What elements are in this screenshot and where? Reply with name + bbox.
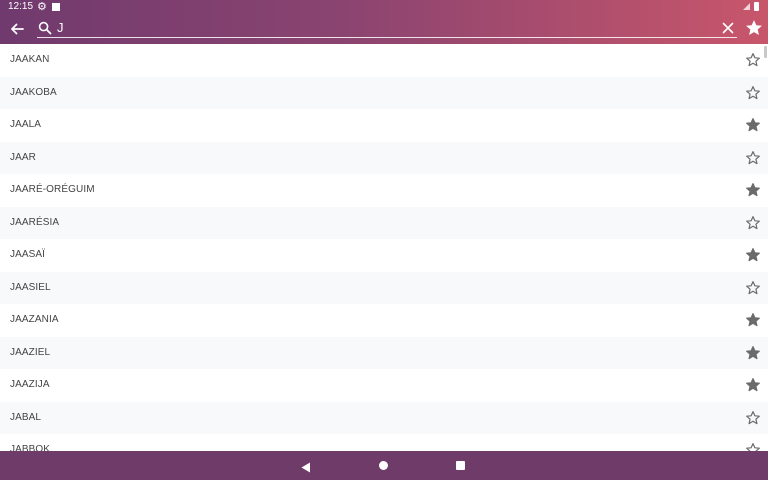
nav-home-button[interactable] [379,461,388,470]
list-item-label: JAASAÏ [10,249,46,260]
list-item[interactable]: JAAZANIA [0,304,768,337]
close-icon [722,22,734,34]
list-item-label: JAARÉSIA [10,216,60,228]
star-outline-icon[interactable] [745,442,761,451]
star-outline-icon[interactable] [745,410,761,426]
nav-back-icon [301,462,310,473]
nav-back-button[interactable] [301,460,311,473]
list-item[interactable]: JABBOK [0,434,768,451]
list-item[interactable]: JAAZIEL [0,336,768,369]
arrow-left-icon [11,23,24,35]
star-filled-icon[interactable] [745,345,761,361]
list-item-label: JAASIEL [10,281,51,293]
star-filled-icon [746,20,762,35]
star-outline-icon[interactable] [745,150,761,166]
search-icon [38,21,52,35]
signal-icon [743,3,750,10]
status-bar: 12:15 ⚙ [0,0,768,14]
list-item[interactable]: JAARÉSIA [0,206,768,239]
list-item-label: JAAZIJA [10,379,50,390]
name-list: JAAKAN JAAKOBA JAALA JAAR JAARÉ-ORÉGUIM JAARÉ… [0,44,768,451]
list-item-label: JAAKAN [10,54,50,65]
list-item[interactable]: JAARÉ-ORÉGUIM [0,174,768,207]
list-item[interactable]: JAASIEL [0,271,768,304]
list-item[interactable]: JAAKOBA [0,76,768,109]
star-filled-icon[interactable] [745,182,761,198]
list-item-label: JABBOK [10,444,51,451]
navigation-bar [0,451,768,480]
list-item-label: JAAZANIA [10,314,59,325]
list-item[interactable]: JABAL [0,401,768,434]
notification-square-icon [52,3,60,11]
list-item-label: JAARÉ-ORÉGUIM [10,184,95,195]
star-outline-icon[interactable] [745,85,761,101]
nav-recents-button[interactable] [456,461,465,470]
favorites-filter-button[interactable] [744,18,764,38]
list-item-label: JAAKOBA [10,86,57,98]
battery-icon [754,2,759,11]
list-item[interactable]: JAAR [0,141,768,174]
star-filled-icon[interactable] [745,247,761,263]
settings-notification-icon: ⚙ [37,1,47,13]
list-item[interactable]: JAAKAN [0,44,768,77]
list-item[interactable]: JAASAÏ [0,239,768,272]
list-item[interactable]: JAAZIJA [0,369,768,402]
list-item-label: JABAL [10,411,42,423]
star-outline-icon[interactable] [745,280,761,296]
list-item-label: JAALA [10,119,42,130]
app-header: 12:15 ⚙ [0,0,768,44]
star-filled-icon[interactable] [745,377,761,393]
scrollbar[interactable] [764,46,767,58]
list-item-label: JAAZIEL [10,346,51,358]
star-filled-icon[interactable] [745,312,761,328]
back-button[interactable] [6,17,28,41]
status-time: 12:15 [8,1,34,12]
search-input[interactable] [56,17,716,37]
list-item[interactable]: JAALA [0,109,768,142]
search-toolbar [0,14,768,44]
star-filled-icon[interactable] [745,117,761,133]
star-outline-icon[interactable] [745,52,761,68]
search-underline [37,37,737,38]
clear-search-button[interactable] [719,19,737,37]
star-outline-icon[interactable] [745,215,761,231]
list-item-label: JAAR [10,151,36,163]
